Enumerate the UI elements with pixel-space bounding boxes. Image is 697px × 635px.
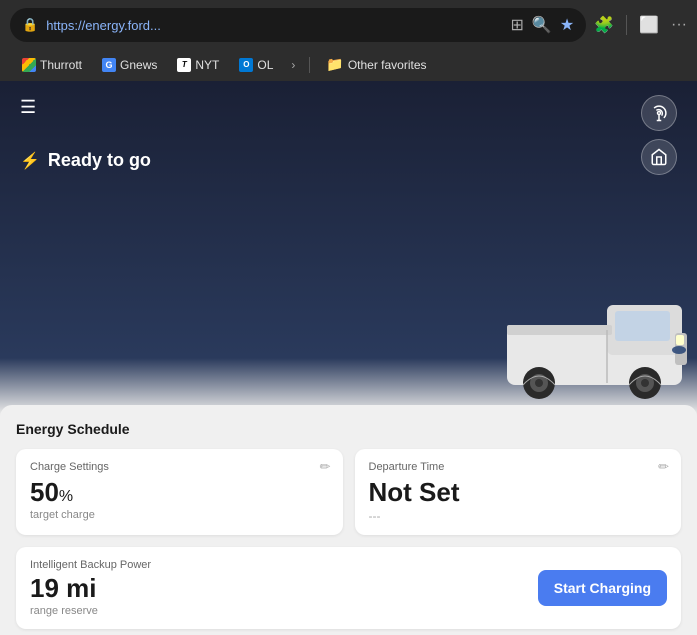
- energy-schedule-card: Energy Schedule Charge Settings 50% targ…: [0, 405, 697, 635]
- folder-icon: 📁: [326, 56, 343, 73]
- backup-power-value: 19 mi: [30, 575, 151, 601]
- other-favorites[interactable]: 📁 Other favorites: [318, 54, 434, 75]
- grid-icon[interactable]: ⊞: [511, 15, 524, 35]
- url-text: https://energy.ford...: [46, 18, 502, 33]
- app-topbar: ☰: [0, 81, 697, 134]
- bookmarks-bar: Thurrott G Gnews T NYT O OL › 📁 Other fa…: [10, 50, 687, 81]
- bookmark-thurrott-label: Thurrott: [40, 58, 82, 72]
- more-bookmarks-button[interactable]: ›: [285, 56, 301, 74]
- backup-power-left: Intelligent Backup Power 19 mi range res…: [30, 559, 151, 617]
- charge-settings-sublabel: target charge: [30, 509, 329, 521]
- cell-tower-icon[interactable]: [641, 95, 677, 131]
- hamburger-menu[interactable]: ☰: [20, 97, 36, 118]
- departure-time-card: Departure Time Not Set --- ✏: [355, 449, 682, 535]
- browser-chrome: 🔒 https://energy.ford... ⊞ 🔍 ★ 🧩 ⬜ ··· T…: [0, 0, 697, 81]
- address-bar[interactable]: 🔒 https://energy.ford... ⊞ 🔍 ★: [10, 8, 586, 42]
- ol-favicon: O: [239, 58, 253, 72]
- status-section: ⚡ Ready to go: [0, 134, 697, 187]
- truck-area: [477, 255, 697, 415]
- backup-power-label: Intelligent Backup Power: [30, 559, 151, 571]
- url-highlight: https://energy.ford...: [46, 18, 161, 33]
- other-favorites-label: Other favorites: [348, 58, 427, 72]
- charge-settings-label: Charge Settings: [30, 461, 329, 473]
- backup-value-unit: mi: [59, 573, 97, 603]
- info-cards-row: Charge Settings 50% target charge ✏ Depa…: [16, 449, 681, 535]
- home-icon[interactable]: [641, 139, 677, 175]
- address-bar-row: 🔒 https://energy.ford... ⊞ 🔍 ★ 🧩 ⬜ ···: [10, 8, 687, 42]
- extensions-icon[interactable]: 🧩: [594, 15, 614, 35]
- bookmark-nyt-label: NYT: [195, 58, 219, 72]
- backup-power-row: Intelligent Backup Power 19 mi range res…: [16, 547, 681, 629]
- truck-image: [497, 285, 697, 415]
- bookmark-nyt[interactable]: T NYT: [169, 56, 227, 74]
- status-label: Ready to go: [48, 150, 151, 171]
- lock-icon: 🔒: [22, 17, 38, 33]
- bookmark-thurrott[interactable]: Thurrott: [14, 56, 90, 74]
- gnews-favicon: G: [102, 58, 116, 72]
- start-charging-button[interactable]: Start Charging: [538, 570, 667, 606]
- charge-value-number: 50: [30, 477, 59, 507]
- bookmark-gnews[interactable]: G Gnews: [94, 56, 165, 74]
- charge-value-unit: %: [59, 488, 73, 505]
- charge-settings-value: 50%: [30, 479, 329, 505]
- backup-power-sublabel: range reserve: [30, 605, 151, 617]
- departure-time-value: Not Set: [369, 479, 668, 505]
- energy-schedule-title: Energy Schedule: [16, 421, 681, 437]
- charge-settings-card: Charge Settings 50% target charge ✏: [16, 449, 343, 535]
- bookmarks-divider: [309, 57, 310, 73]
- map-icons: [641, 95, 677, 175]
- search-icon[interactable]: 🔍: [532, 15, 552, 35]
- bookmark-gnews-label: Gnews: [120, 58, 157, 72]
- departure-time-label: Departure Time: [369, 461, 668, 473]
- thurrott-favicon: [22, 58, 36, 72]
- charge-settings-edit-icon[interactable]: ✏: [320, 459, 331, 475]
- nyt-favicon: T: [177, 58, 191, 72]
- bookmark-ol[interactable]: O OL: [231, 56, 281, 74]
- backup-value-number: 19: [30, 573, 59, 603]
- app-content: ☰ ⚡ Ready to go: [0, 81, 697, 635]
- split-view-icon[interactable]: ⬜: [639, 15, 659, 35]
- browser-icons-right: 🧩 ⬜ ···: [594, 15, 687, 35]
- bookmark-ol-label: OL: [257, 58, 273, 72]
- charging-bolt-icon: ⚡: [20, 151, 40, 171]
- departure-time-edit-icon[interactable]: ✏: [658, 459, 669, 475]
- star-icon[interactable]: ★: [560, 15, 574, 35]
- more-icon[interactable]: ···: [671, 16, 687, 34]
- departure-time-dashes: ---: [369, 509, 668, 523]
- toolbar-divider: [626, 15, 627, 35]
